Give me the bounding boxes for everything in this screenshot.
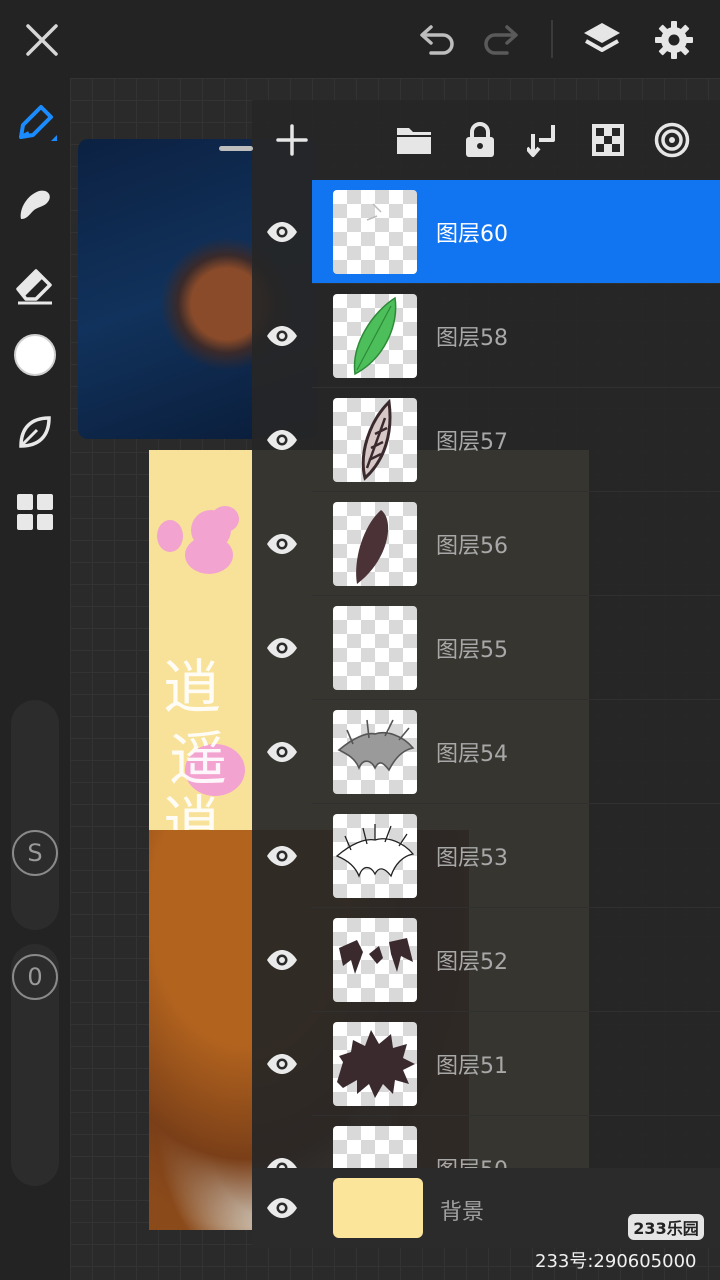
target-icon[interactable] <box>650 118 694 162</box>
layer-row[interactable]: 图层60 <box>252 180 720 284</box>
layer-thumbnail <box>333 1126 417 1168</box>
layer-row[interactable]: 图层58 <box>252 284 720 388</box>
folder-icon[interactable] <box>392 118 436 162</box>
eye-icon[interactable] <box>252 1116 312 1168</box>
layer-label: 图层55 <box>436 638 508 663</box>
layers-panel: 图层60 图层58 图层57 图层56 图层55 图层54 图层53 图层52 图层51 图层50… <box>252 100 720 1248</box>
eye-icon[interactable] <box>252 908 312 1012</box>
size-slider[interactable]: S <box>11 700 59 930</box>
background-layer-label: 背景 <box>440 1200 485 1225</box>
layer-thumbnail <box>333 294 417 378</box>
layer-row-body[interactable]: 图层56 <box>312 492 720 596</box>
layer-thumbnail <box>333 1022 417 1106</box>
layer-row[interactable]: 图层51 <box>252 1012 720 1116</box>
layer-row-body[interactable]: 图层58 <box>312 284 720 388</box>
layer-thumbnail <box>333 814 417 898</box>
leaf-shape-icon[interactable] <box>8 405 62 459</box>
eye-icon[interactable] <box>252 388 312 492</box>
watermark-logo: 233乐园 <box>628 1214 704 1240</box>
layer-label: 图层60 <box>436 222 508 247</box>
paw-print <box>157 520 183 552</box>
smudge-icon[interactable] <box>8 178 62 232</box>
merge-down-icon[interactable] <box>522 118 566 162</box>
layer-thumbnail <box>333 710 417 794</box>
paw-print <box>211 506 239 532</box>
eye-icon[interactable] <box>252 180 312 284</box>
layer-thumbnail <box>333 606 417 690</box>
watermark-id: 233号:290605000 <box>535 1251 697 1272</box>
layers-list: 图层60 图层58 图层57 图层56 图层55 图层54 图层53 图层52 图层51 图层50 <box>252 180 720 1168</box>
layer-thumbnail <box>333 502 417 586</box>
layer-label: 图层51 <box>436 1054 508 1079</box>
toolbar-divider <box>551 20 553 58</box>
left-toolbar: S 0 <box>0 78 70 1280</box>
layer-row[interactable]: 图层55 <box>252 596 720 700</box>
layer-row-body[interactable]: 图层54 <box>312 700 720 804</box>
layer-row-body[interactable]: 图层50 <box>312 1116 720 1168</box>
gear-icon[interactable] <box>648 14 700 66</box>
eye-icon[interactable] <box>252 700 312 804</box>
opacity-slider[interactable]: 0 <box>11 944 59 1186</box>
background-color-swatch[interactable] <box>333 1178 423 1238</box>
layer-label: 图层53 <box>436 846 508 871</box>
paw-print <box>185 536 233 574</box>
layer-row-body[interactable]: 图层55 <box>312 596 720 700</box>
layer-label: 图层58 <box>436 326 508 351</box>
top-bar <box>0 0 720 78</box>
layer-row-body[interactable]: 图层51 <box>312 1012 720 1116</box>
layer-row-body[interactable]: 图层60 <box>312 180 720 284</box>
layer-row[interactable]: 图层50 <box>252 1116 720 1168</box>
size-slider-handle[interactable]: S <box>12 830 58 876</box>
layer-thumbnail <box>333 190 417 274</box>
grid-menu-icon[interactable] <box>8 485 62 539</box>
undo-icon[interactable] <box>411 14 463 66</box>
checker-icon[interactable] <box>586 118 630 162</box>
add-icon[interactable] <box>270 118 314 162</box>
layer-row[interactable]: 图层54 <box>252 700 720 804</box>
brush-icon[interactable] <box>8 98 62 152</box>
lock-icon[interactable] <box>458 118 502 162</box>
close-icon[interactable] <box>16 14 68 66</box>
eye-icon[interactable] <box>252 492 312 596</box>
layer-row-body[interactable]: 图层53 <box>312 804 720 908</box>
eye-icon[interactable] <box>252 1168 312 1248</box>
layers-panel-header <box>252 100 720 180</box>
layer-row[interactable]: 图层53 <box>252 804 720 908</box>
layer-thumbnail <box>333 398 417 482</box>
color-picker-icon[interactable] <box>8 328 62 382</box>
layer-row-body[interactable]: 图层52 <box>312 908 720 1012</box>
opacity-slider-handle[interactable]: 0 <box>12 954 58 1000</box>
layer-thumbnail <box>333 918 417 1002</box>
layer-label: 图层52 <box>436 950 508 975</box>
redo-icon[interactable] <box>475 14 527 66</box>
layer-row[interactable]: 图层56 <box>252 492 720 596</box>
layer-row[interactable]: 图层52 <box>252 908 720 1012</box>
eraser-icon[interactable] <box>8 258 62 312</box>
eye-icon[interactable] <box>252 284 312 388</box>
layer-row[interactable]: 图层57 <box>252 388 720 492</box>
eye-icon[interactable] <box>252 804 312 908</box>
layers-icon[interactable] <box>576 14 628 66</box>
layer-label: 图层56 <box>436 534 508 559</box>
layer-label: 图层50 <box>436 1152 508 1168</box>
layer-label: 图层54 <box>436 742 508 767</box>
layer-row-body[interactable]: 图层57 <box>312 388 720 492</box>
layer-label: 图层57 <box>436 430 508 455</box>
eye-icon[interactable] <box>252 596 312 700</box>
eye-icon[interactable] <box>252 1012 312 1116</box>
panel-drag-handle[interactable] <box>219 146 253 151</box>
